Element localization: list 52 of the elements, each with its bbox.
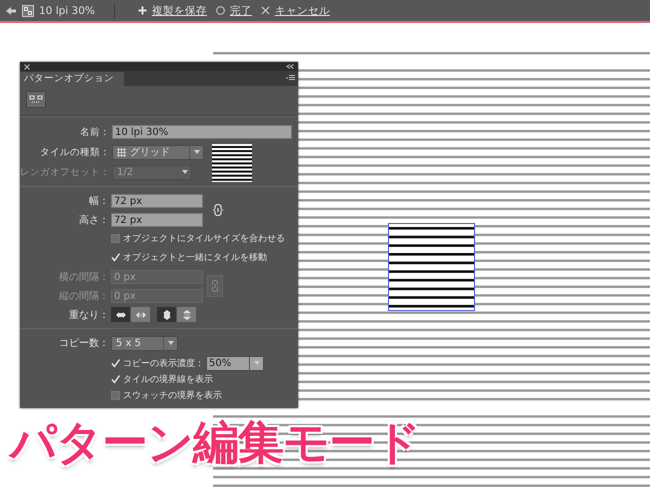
overlap-icon xyxy=(160,310,172,320)
plus-icon xyxy=(138,6,147,15)
pattern-icon xyxy=(22,4,34,16)
input-field[interactable]: 72 px xyxy=(111,194,203,208)
dropdown[interactable]: 50% xyxy=(206,356,264,370)
field-label: レンガオフセット： xyxy=(20,166,111,178)
field-label: 幅： xyxy=(88,194,110,208)
cancel-link[interactable]: キャンセル xyxy=(274,4,330,18)
dropdown[interactable]: 5 x 5 xyxy=(111,336,178,350)
overlap-button[interactable] xyxy=(111,307,130,322)
pattern-name: 10 lpi 30% xyxy=(39,4,95,16)
panel-tab[interactable]: パターンオプション xyxy=(20,72,124,86)
pattern-preview-drawing xyxy=(212,144,252,182)
overlap-icon xyxy=(180,310,192,320)
chain-link-icon[interactable] xyxy=(213,204,223,216)
circle-icon xyxy=(216,6,225,15)
checkbox-label: タイルの境界線を表示 xyxy=(123,374,213,386)
input-field[interactable]: 10 lpi 30% xyxy=(112,125,292,139)
field-label: 高さ： xyxy=(78,214,110,226)
panel-menu-icon[interactable] xyxy=(286,75,295,81)
checkbox-label: オブジェクトと一緒にタイルを移動 xyxy=(123,252,267,264)
field-label: 名前： xyxy=(79,126,111,138)
field-label: 重なり： xyxy=(68,308,110,322)
done-link[interactable]: 完了 xyxy=(230,4,252,18)
chain-link-icon xyxy=(211,280,219,292)
caret-icon xyxy=(194,150,200,154)
close-icon xyxy=(260,6,270,15)
caret-icon xyxy=(254,361,260,365)
tile-edit-tool-button[interactable] xyxy=(26,91,46,108)
overlap-icon xyxy=(114,310,126,320)
field-label: コピー数： xyxy=(58,337,110,350)
caret-icon xyxy=(168,341,174,345)
overlap-button[interactable] xyxy=(157,307,176,322)
field-label: 縦の間隔： xyxy=(58,290,110,302)
caret-icon xyxy=(182,170,188,174)
collapse-icon[interactable] xyxy=(286,64,294,69)
mode-caption: パターン編集モード xyxy=(10,414,420,471)
grid-icon xyxy=(117,148,126,156)
back-arrow-icon[interactable] xyxy=(5,6,17,16)
checkbox[interactable] xyxy=(111,390,120,400)
checkbox-label: スウォッチの境界を表示 xyxy=(123,390,222,402)
save-copy-link[interactable]: 複製を保存 xyxy=(152,4,207,18)
dropdown[interactable]: グリッド xyxy=(112,144,204,160)
tile-edit-icon xyxy=(29,94,43,104)
overlap-icon xyxy=(134,310,146,320)
field-label: タイルの種類： xyxy=(39,146,111,158)
field-label: 横の間隔： xyxy=(58,270,110,284)
checkbox[interactable] xyxy=(111,234,120,243)
close-icon[interactable] xyxy=(24,64,30,70)
checkbox-label: オブジェクトにタイルサイズを合わせる xyxy=(123,232,285,245)
input-field[interactable]: 72 px xyxy=(111,212,203,226)
checkbox-label: コピーの表示濃度： xyxy=(123,358,204,370)
